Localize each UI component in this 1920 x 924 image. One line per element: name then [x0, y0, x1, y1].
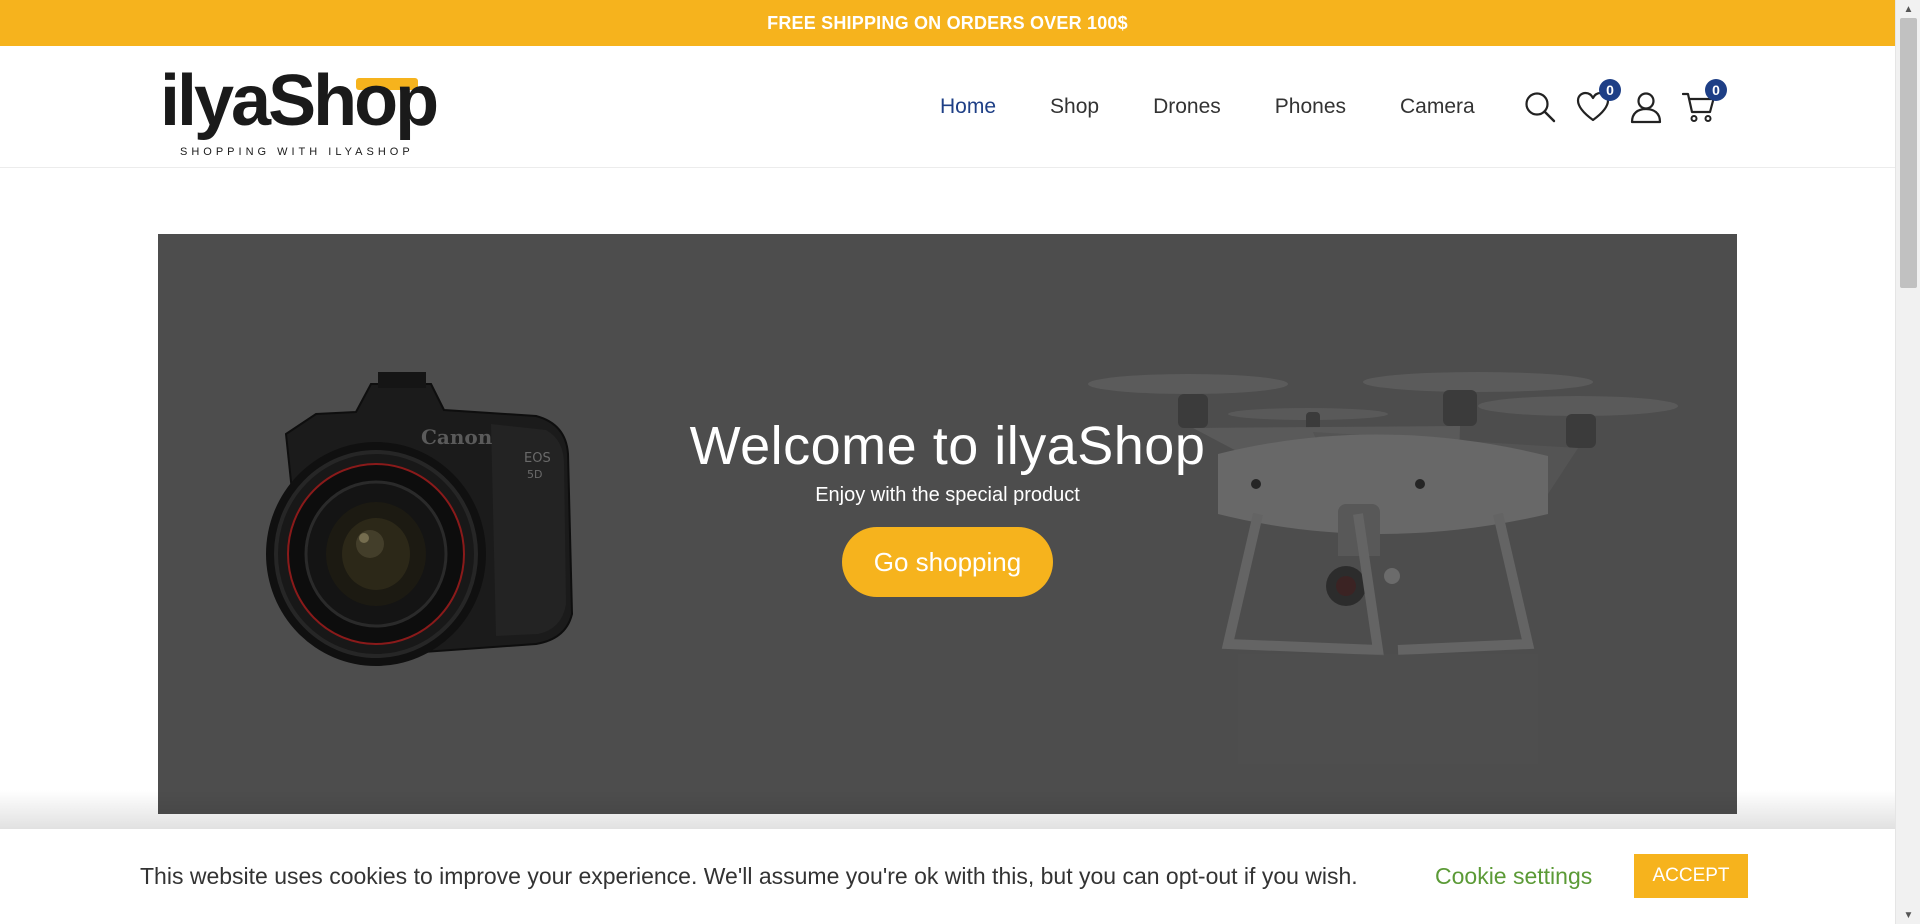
- scroll-up-icon[interactable]: ▲: [1896, 0, 1920, 18]
- nav-home[interactable]: Home: [940, 95, 996, 119]
- cookie-consent-bar: This website uses cookies to improve you…: [0, 829, 1895, 924]
- hero-title: Welcome to ilyaShop: [689, 416, 1206, 476]
- vertical-scrollbar[interactable]: ▲ ▼: [1895, 0, 1920, 924]
- nav-phones[interactable]: Phones: [1275, 95, 1346, 119]
- search-button[interactable]: [1520, 87, 1560, 127]
- header-icons: 0 0: [1520, 46, 1732, 168]
- scroll-down-icon[interactable]: ▼: [1896, 906, 1920, 924]
- hero-subtitle: Enjoy with the special product: [815, 484, 1080, 506]
- site-header: ilyaShop SHOPPING WITH ILYASHOP Home Sho…: [0, 46, 1895, 168]
- cart-button[interactable]: 0: [1679, 79, 1727, 127]
- main-nav: Home Shop Drones Phones Camera: [940, 46, 1529, 168]
- scrollbar-thumb[interactable]: [1900, 18, 1917, 288]
- wishlist-count-badge: 0: [1599, 79, 1621, 101]
- hero-banner: Canon EOS 5D Welcome to ilyaShop Enjoy w…: [158, 234, 1737, 814]
- logo-tagline: SHOPPING WITH ILYASHOP: [180, 146, 414, 158]
- account-button[interactable]: [1626, 87, 1666, 127]
- accept-cookies-button[interactable]: ACCEPT: [1634, 854, 1748, 898]
- promo-text: FREE SHIPPING ON ORDERS OVER 100$: [767, 12, 1128, 33]
- user-icon: [1630, 92, 1662, 124]
- cookie-bar-shadow: [0, 790, 1895, 830]
- go-shopping-button[interactable]: Go shopping: [841, 527, 1054, 597]
- cart-count-badge: 0: [1705, 79, 1727, 101]
- page: FREE SHIPPING ON ORDERS OVER 100$ ilyaSh…: [0, 0, 1920, 924]
- logo[interactable]: ilyaShop SHOPPING WITH ILYASHOP: [160, 60, 439, 160]
- search-icon: [1525, 92, 1556, 123]
- wishlist-button[interactable]: 0: [1573, 79, 1621, 127]
- cookie-settings-link[interactable]: Cookie settings: [1435, 829, 1592, 924]
- logo-wordmark: ilyaShop: [160, 61, 439, 141]
- nav-camera[interactable]: Camera: [1400, 95, 1475, 119]
- hero-content: Welcome to ilyaShop Enjoy with the speci…: [158, 414, 1737, 597]
- nav-drones[interactable]: Drones: [1153, 95, 1221, 119]
- nav-shop[interactable]: Shop: [1050, 95, 1099, 119]
- cookie-message: This website uses cookies to improve you…: [140, 863, 1358, 889]
- promo-bar: FREE SHIPPING ON ORDERS OVER 100$: [0, 0, 1895, 46]
